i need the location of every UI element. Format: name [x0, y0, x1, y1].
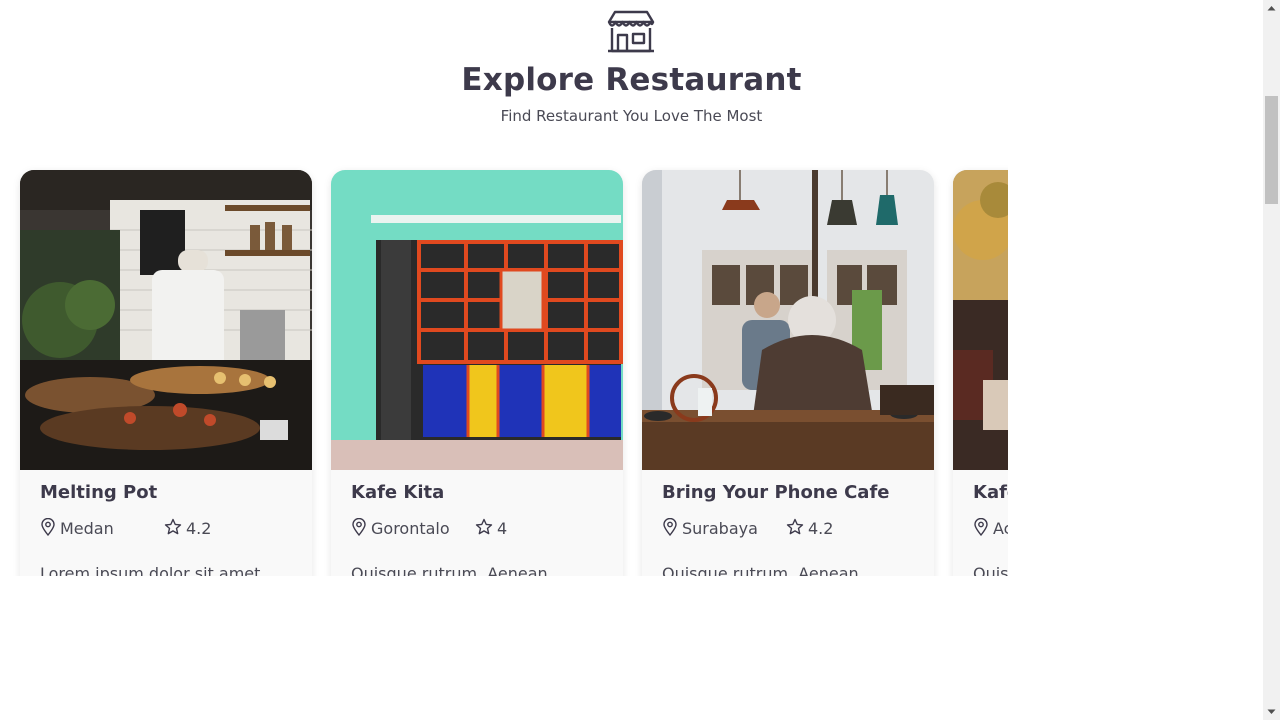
vertical-scrollbar[interactable]	[1263, 0, 1280, 720]
restaurant-image	[642, 170, 934, 470]
restaurant-city: Surabaya	[682, 519, 758, 538]
restaurant-name[interactable]: Kafe Kita	[351, 482, 444, 503]
restaurant-description: Quisque rutrum. Aenean	[662, 564, 859, 576]
restaurant-description: Quisque rutrum. Aenean	[351, 564, 548, 576]
scroll-down-arrow-icon[interactable]	[1263, 703, 1280, 720]
restaurant-name[interactable]: Kafe	[973, 482, 1008, 503]
restaurant-description: Quis	[973, 564, 1008, 576]
restaurant-card[interactable]: Kafe Kita Gorontalo 4 Quisque rutrum. Ae…	[331, 170, 623, 576]
restaurant-rating: 4	[497, 519, 508, 538]
page-subtitle: Find Restaurant You Love The Most	[500, 107, 763, 125]
page-title: Explore Restaurant	[461, 62, 802, 98]
map-pin-icon	[41, 518, 55, 536]
restaurant-rating: 4.2	[186, 519, 212, 538]
restaurant-rating: 4.2	[808, 519, 834, 538]
restaurant-image	[953, 170, 1008, 470]
star-icon	[164, 518, 182, 535]
restaurant-card[interactable]: Melting Pot Medan 4.2 Lorem ipsum dolor …	[20, 170, 312, 576]
restaurant-image	[331, 170, 623, 470]
star-icon	[475, 518, 493, 535]
scroll-up-arrow-icon[interactable]	[1263, 0, 1280, 17]
restaurant-city: Gorontalo	[371, 519, 450, 538]
restaurant-carousel[interactable]: Melting Pot Medan 4.2 Lorem ipsum dolor …	[0, 150, 1008, 576]
restaurant-city: Medan	[60, 519, 114, 538]
map-pin-icon	[352, 518, 366, 536]
page: Explore Restaurant Find Restaurant You L…	[0, 0, 1263, 720]
restaurant-card[interactable]: Kafe Ac Quis	[953, 170, 1008, 576]
restaurant-name[interactable]: Melting Pot	[40, 482, 157, 503]
star-icon	[786, 518, 804, 535]
restaurant-name[interactable]: Bring Your Phone Cafe	[662, 482, 890, 503]
restaurant-city: Ac	[993, 519, 1008, 538]
map-pin-icon	[974, 518, 988, 536]
store-icon	[607, 10, 655, 53]
restaurant-description: Lorem ipsum dolor sit amet	[40, 564, 261, 576]
restaurant-card[interactable]: Bring Your Phone Cafe Surabaya 4.2 Quisq…	[642, 170, 934, 576]
scrollbar-thumb[interactable]	[1265, 96, 1278, 204]
restaurant-image	[20, 170, 312, 470]
map-pin-icon	[663, 518, 677, 536]
